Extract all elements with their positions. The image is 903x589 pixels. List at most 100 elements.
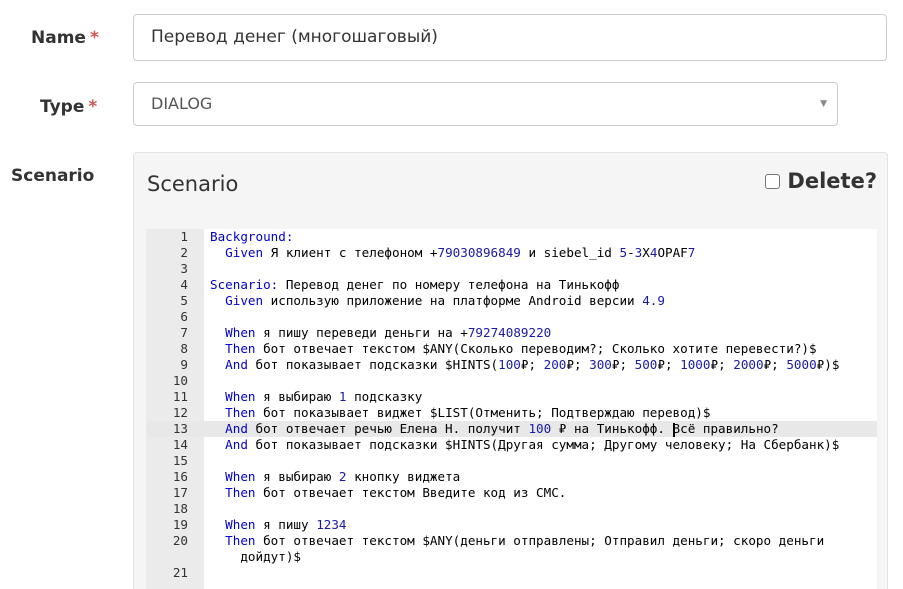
code-text: Given использую приложение на платформе … [210, 293, 665, 309]
code-line[interactable]: 1 Background: [146, 229, 877, 245]
code-text: Then бот отвечает текстом Введите код из… [210, 485, 566, 501]
code-line[interactable]: 4 Scenario: Перевод денег по номеру телеф… [146, 277, 877, 293]
code-line[interactable]: 6 [146, 309, 877, 325]
code-segment: я выбираю [255, 469, 339, 484]
code-line[interactable]: 20 Then бот отвечает текстом $ANY(деньги… [146, 533, 877, 565]
code-keyword: And [225, 437, 248, 452]
code-text: And бот показывает подсказки $HINTS(Друг… [210, 437, 839, 453]
code-segment: я выбираю [255, 389, 339, 404]
code-line[interactable]: 21 [146, 565, 877, 581]
code-editor[interactable]: 1 Background: 2 Given Я клиент с телефоном… [146, 229, 877, 589]
code-line[interactable]: 14 And бот показывает подсказки $HINTS(Д… [146, 437, 877, 453]
code-number: 5 [619, 245, 628, 260]
line-number: 9 [180, 357, 188, 372]
code-lines: 1 Background: 2 Given Я клиент с телефоном… [146, 229, 877, 581]
line-number: 12 [172, 405, 188, 420]
code-segment: ₽; [520, 357, 544, 372]
code-segment: бот отвечает текстом Введите код из СМС. [255, 485, 567, 500]
code-segment: бот отвечает текстом $ANY(деньги отправл… [240, 533, 825, 564]
line-number: 15 [172, 453, 188, 468]
type-label: Type * [40, 97, 97, 117]
panel-title: Scenario [147, 172, 239, 196]
code-keyword: Then [225, 405, 256, 420]
code-line[interactable]: 2 Given Я клиент с телефоном +7903089684… [146, 245, 877, 261]
code-number: 4.9 [642, 293, 665, 308]
code-line[interactable]: 13 And бот отвечает речью Елена Н. получ… [146, 421, 877, 437]
code-line[interactable]: 18 [146, 501, 877, 517]
code-line[interactable]: 8 Then бот отвечает текстом $ANY(Сколько… [146, 341, 877, 357]
line-number: 21 [172, 565, 188, 580]
code-keyword: When [225, 389, 256, 404]
code-keyword: When [225, 325, 256, 340]
code-text: Then бот отвечает текстом $ANY(Сколько п… [210, 341, 817, 357]
code-line[interactable]: 3 [146, 261, 877, 277]
code-segment: OPAF [657, 245, 688, 260]
code-line[interactable]: 11 When я выбираю 1 подсказку [146, 389, 877, 405]
code-line[interactable]: 5 Given использую приложение на платформ… [146, 293, 877, 309]
code-segment: подсказку [346, 389, 423, 404]
code-text: When я пишу 1234 [210, 517, 347, 533]
code-number: 1234 [316, 517, 347, 532]
code-keyword: And [225, 357, 248, 372]
type-label-text: Type [40, 97, 85, 117]
code-number: 2 [338, 469, 347, 484]
line-number: 16 [172, 469, 188, 484]
code-segment: Всё правильно? [672, 421, 779, 436]
code-keyword: Then [225, 485, 256, 500]
name-label-text: Name [31, 28, 86, 48]
code-segment: - [627, 245, 635, 260]
code-number: 7 [687, 245, 696, 260]
code-number: 79274089220 [467, 325, 552, 340]
scenario-label: Scenario [11, 166, 95, 186]
line-number: 14 [172, 437, 188, 452]
code-text: Then бот показывает виджет $LIST(Отменит… [210, 405, 710, 421]
code-segment: я пишу [255, 517, 317, 532]
code-line[interactable]: 12 Then бот показывает виджет $LIST(Отме… [146, 405, 877, 421]
name-input[interactable]: Перевод денег (многошаговый) [133, 14, 887, 61]
line-number: 19 [172, 517, 188, 532]
code-text: Background: [210, 229, 293, 245]
code-text: Then бот отвечает текстом $ANY(деньги от… [210, 533, 824, 565]
code-segment: ₽; [763, 357, 787, 372]
line-number: 3 [180, 261, 188, 276]
code-line[interactable]: 19 When я пишу 1234 [146, 517, 877, 533]
type-select-value: DIALOG [151, 94, 213, 113]
type-select[interactable]: DIALOG ▼ [133, 82, 838, 126]
code-keyword: Given [225, 245, 264, 260]
line-number: 1 [180, 229, 188, 244]
code-text: When я пишу переведи деньги на +79274089… [210, 325, 551, 341]
code-keyword: Then [225, 341, 256, 356]
code-number: 300 [589, 357, 612, 372]
code-segment: Перевод денег по номеру телефона на Тинь… [278, 277, 620, 292]
delete-checkbox[interactable] [765, 173, 781, 189]
delete-control[interactable]: Delete? [765, 169, 877, 193]
code-line[interactable]: 16 When я выбираю 2 кнопку виджета [146, 469, 877, 485]
code-segment: использую приложение на платформе Androi… [263, 293, 643, 308]
code-segment: я пишу переведи деньги на + [255, 325, 468, 340]
code-line[interactable]: 7 When я пишу переведи деньги на +792740… [146, 325, 877, 341]
code-segment: бот показывает виджет $LIST(Отменить; По… [255, 405, 711, 420]
code-line[interactable]: 17 Then бот отвечает текстом Введите код… [146, 485, 877, 501]
code-number: 200 [543, 357, 567, 372]
code-segment: ₽ на Тинькофф. [551, 421, 673, 436]
code-keyword: Then [225, 533, 256, 548]
line-number: 13 [172, 421, 188, 436]
line-number: 11 [172, 389, 188, 404]
code-text: When я выбираю 1 подсказку [210, 389, 422, 405]
code-segment: X [642, 245, 650, 260]
code-segment: бот отвечает текстом $ANY(Сколько перево… [255, 341, 817, 356]
code-line[interactable]: 10 [146, 373, 877, 389]
code-number: 79030896849 [437, 245, 521, 260]
code-number: 2000 [733, 357, 764, 372]
code-line[interactable]: 15 [146, 453, 877, 469]
code-line[interactable]: 9 And бот показывает подсказки $HINTS(10… [146, 357, 877, 373]
code-number: 1 [338, 389, 347, 404]
code-keyword: Scenario: [210, 277, 279, 292]
code-segment: ₽)$ [816, 357, 840, 372]
